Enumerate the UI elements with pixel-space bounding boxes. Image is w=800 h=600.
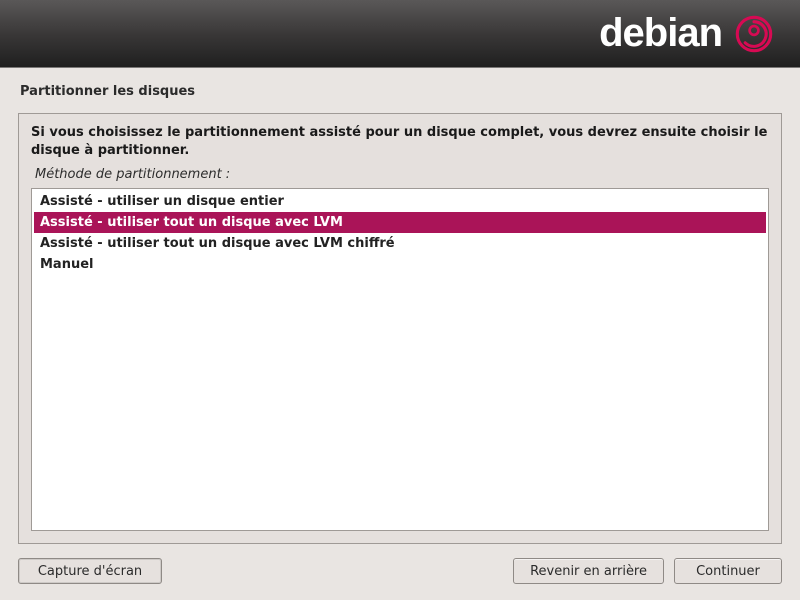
screenshot-button[interactable]: Capture d'écran [18, 558, 162, 584]
continue-button[interactable]: Continuer [674, 558, 782, 584]
footer-toolbar: Capture d'écran Revenir en arrière Conti… [0, 544, 800, 600]
installer-header: debian [0, 0, 800, 68]
page-title: Partitionner les disques [18, 84, 782, 99]
option-whole-disk-lvm-encrypted[interactable]: Assisté - utiliser tout un disque avec L… [34, 233, 766, 254]
method-label: Méthode de partitionnement : [35, 167, 769, 182]
debian-swirl-icon [732, 12, 776, 56]
partition-method-listbox[interactable]: Assisté - utiliser un disque entier Assi… [31, 188, 769, 531]
footer-right: Revenir en arrière Continuer [513, 558, 782, 584]
brand-text: debian [599, 11, 722, 56]
partition-panel: Si vous choisissez le partitionnement as… [18, 113, 782, 544]
debian-logo: debian [599, 11, 776, 56]
option-whole-disk[interactable]: Assisté - utiliser un disque entier [34, 191, 766, 212]
option-whole-disk-lvm[interactable]: Assisté - utiliser tout un disque avec L… [34, 212, 766, 233]
back-button[interactable]: Revenir en arrière [513, 558, 664, 584]
option-manual[interactable]: Manuel [34, 254, 766, 275]
instruction-text: Si vous choisissez le partitionnement as… [31, 124, 769, 159]
content-area: Partitionner les disques Si vous choisis… [0, 68, 800, 544]
